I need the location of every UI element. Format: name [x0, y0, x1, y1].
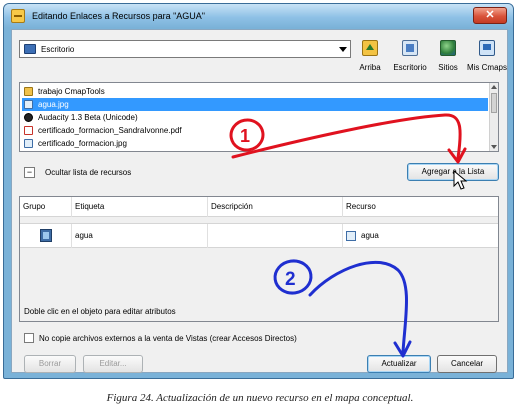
list-item[interactable]: certificado_formacion.jpg: [22, 137, 488, 150]
resource-file-list[interactable]: trabajo CmapTools agua.jpg Audacity 1.3 …: [19, 82, 499, 152]
table-header: Grupo Etiqueta Descripción Recurso: [20, 197, 498, 217]
update-button[interactable]: Actualizar: [367, 355, 431, 373]
edit-button[interactable]: Editar...: [83, 355, 143, 373]
image-icon: [40, 229, 52, 242]
desktop-icon: [402, 40, 418, 56]
description-cell[interactable]: [208, 224, 343, 248]
cancel-button[interactable]: Cancelar: [437, 355, 497, 373]
list-scrollbar[interactable]: [489, 83, 498, 151]
location-value: Escritorio: [41, 45, 75, 54]
delete-button[interactable]: Borrar: [24, 355, 76, 373]
nav-mycmaps-label: Mis Cmaps: [466, 63, 507, 72]
chevron-down-icon[interactable]: [339, 47, 347, 52]
file-name: agua.jpg: [38, 100, 69, 109]
file-name: certificado_formacion_SandraIvonne.pdf: [38, 126, 182, 135]
resource-name: agua: [361, 231, 379, 240]
column-header-group[interactable]: Grupo: [20, 197, 72, 217]
linked-resources-table[interactable]: Grupo Etiqueta Descripción Recurso agua …: [19, 196, 499, 322]
computer-icon: [479, 40, 495, 56]
hide-list-label: Ocultar lista de recursos: [45, 168, 132, 177]
pdf-icon: [24, 126, 33, 135]
resource-cell: agua: [343, 224, 500, 248]
no-copy-checkbox[interactable]: [24, 333, 34, 343]
nav-mycmaps-button[interactable]: Mis Cmaps: [465, 38, 509, 78]
globe-icon: [440, 40, 456, 56]
label-cell[interactable]: agua: [72, 224, 208, 248]
title-bar[interactable]: Editando Enlaces a Recursos para "AGUA" …: [4, 4, 513, 28]
add-to-list-button[interactable]: Agregar a la Lista: [407, 163, 499, 181]
folder-up-icon: [362, 40, 378, 56]
folder-icon: [24, 87, 33, 96]
image-icon: [346, 231, 356, 241]
column-header-description[interactable]: Descripción: [208, 197, 343, 217]
list-item[interactable]: Audacity 1.3 Beta (Unicode): [22, 111, 488, 124]
desktop-icon: [24, 44, 36, 54]
figure-caption: Figura 24. Actualización de un nuevo rec…: [106, 392, 414, 404]
no-copy-label: No copie archivos externos a la venta de…: [39, 334, 297, 343]
scroll-down-icon[interactable]: [491, 145, 497, 149]
file-name: Audacity 1.3 Beta (Unicode): [38, 113, 138, 122]
file-name: trabajo CmapTools: [38, 87, 105, 96]
table-row[interactable]: agua agua: [20, 223, 498, 248]
column-header-resource[interactable]: Recurso: [343, 197, 500, 217]
list-item[interactable]: trabajo CmapTools: [22, 85, 488, 98]
nav-up-button[interactable]: Arriba: [348, 38, 392, 78]
scroll-thumb[interactable]: [491, 93, 497, 113]
dialog-content: Escritorio Arriba Escritorio Sitios Mis …: [11, 29, 508, 373]
window-title: Editando Enlaces a Recursos para "AGUA": [32, 11, 205, 21]
column-header-label[interactable]: Etiqueta: [72, 197, 208, 217]
file-name: certificado_formacion.jpg: [38, 139, 127, 148]
app-icon: [11, 9, 25, 23]
hide-list-toggle[interactable]: −: [24, 167, 35, 178]
nav-sites-button[interactable]: Sitios: [426, 38, 470, 78]
app-icon: [24, 113, 33, 122]
group-cell: [20, 224, 72, 248]
image-icon: [24, 100, 33, 109]
list-item-selected[interactable]: agua.jpg: [22, 98, 488, 111]
list-item[interactable]: certificado_formacion_SandraIvonne.pdf: [22, 124, 488, 137]
dialog-window: Editando Enlaces a Recursos para "AGUA" …: [3, 3, 514, 379]
scroll-up-icon[interactable]: [491, 85, 497, 89]
image-icon: [24, 139, 33, 148]
location-dropdown[interactable]: Escritorio: [19, 40, 351, 58]
table-footer-hint: Doble clic en el objeto para editar atri…: [24, 307, 176, 316]
close-button[interactable]: ✕: [473, 7, 507, 24]
